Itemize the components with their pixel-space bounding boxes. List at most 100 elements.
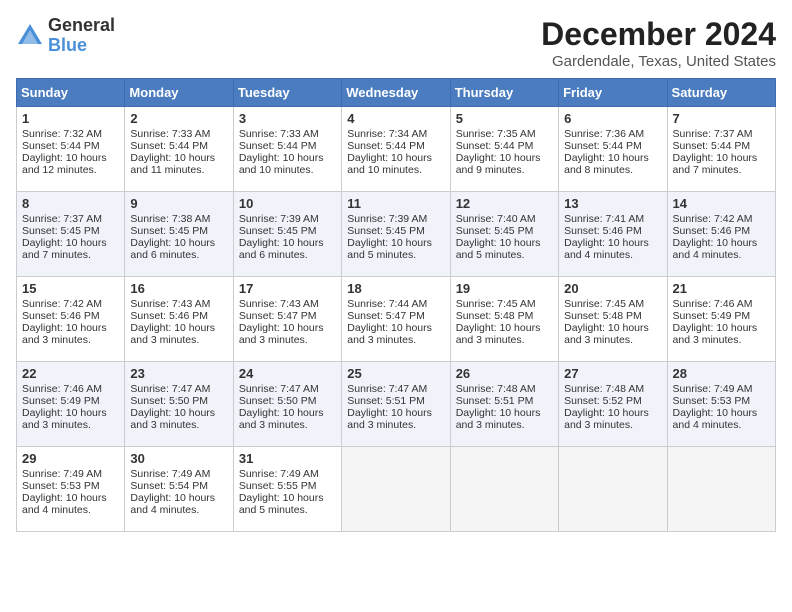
daylight: Daylight: 10 hours and 12 minutes.: [22, 152, 107, 176]
sunset: Sunset: 5:47 PM: [239, 310, 317, 322]
daylight: Daylight: 10 hours and 11 minutes.: [130, 152, 215, 176]
sunset: Sunset: 5:53 PM: [22, 480, 100, 492]
day-number: 28: [673, 366, 770, 381]
day-number: 2: [130, 111, 227, 126]
sunrise: Sunrise: 7:37 AM: [22, 213, 102, 225]
sunrise: Sunrise: 7:48 AM: [564, 383, 644, 395]
sunrise: Sunrise: 7:37 AM: [673, 128, 753, 140]
col-tuesday: Tuesday: [233, 79, 341, 107]
sunset: Sunset: 5:55 PM: [239, 480, 317, 492]
calendar-week-1: 8 Sunrise: 7:37 AM Sunset: 5:45 PM Dayli…: [17, 192, 776, 277]
daylight: Daylight: 10 hours and 4 minutes.: [673, 237, 758, 261]
day-number: 19: [456, 281, 553, 296]
sunset: Sunset: 5:49 PM: [673, 310, 751, 322]
calendar-cell: 12 Sunrise: 7:40 AM Sunset: 5:45 PM Dayl…: [450, 192, 558, 277]
sunset: Sunset: 5:50 PM: [239, 395, 317, 407]
calendar-cell: 21 Sunrise: 7:46 AM Sunset: 5:49 PM Dayl…: [667, 277, 775, 362]
day-number: 12: [456, 196, 553, 211]
daylight: Daylight: 10 hours and 4 minutes.: [22, 492, 107, 516]
sunset: Sunset: 5:44 PM: [347, 140, 425, 152]
day-number: 26: [456, 366, 553, 381]
calendar-cell: [342, 447, 450, 532]
sunrise: Sunrise: 7:34 AM: [347, 128, 427, 140]
header-row: Sunday Monday Tuesday Wednesday Thursday…: [17, 79, 776, 107]
daylight: Daylight: 10 hours and 3 minutes.: [130, 322, 215, 346]
sunrise: Sunrise: 7:41 AM: [564, 213, 644, 225]
calendar-cell: 10 Sunrise: 7:39 AM Sunset: 5:45 PM Dayl…: [233, 192, 341, 277]
daylight: Daylight: 10 hours and 3 minutes.: [239, 322, 324, 346]
daylight: Daylight: 10 hours and 3 minutes.: [22, 407, 107, 431]
sunset: Sunset: 5:44 PM: [564, 140, 642, 152]
calendar-cell: 27 Sunrise: 7:48 AM Sunset: 5:52 PM Dayl…: [559, 362, 667, 447]
sunset: Sunset: 5:46 PM: [130, 310, 208, 322]
day-number: 11: [347, 196, 444, 211]
month-title: December 2024: [541, 16, 776, 53]
day-number: 27: [564, 366, 661, 381]
sunset: Sunset: 5:44 PM: [130, 140, 208, 152]
calendar-cell: 17 Sunrise: 7:43 AM Sunset: 5:47 PM Dayl…: [233, 277, 341, 362]
day-number: 22: [22, 366, 119, 381]
sunrise: Sunrise: 7:33 AM: [239, 128, 319, 140]
sunrise: Sunrise: 7:39 AM: [239, 213, 319, 225]
daylight: Daylight: 10 hours and 4 minutes.: [130, 492, 215, 516]
calendar-cell: 3 Sunrise: 7:33 AM Sunset: 5:44 PM Dayli…: [233, 107, 341, 192]
calendar-table: Sunday Monday Tuesday Wednesday Thursday…: [16, 78, 776, 532]
sunset: Sunset: 5:46 PM: [22, 310, 100, 322]
sunset: Sunset: 5:44 PM: [456, 140, 534, 152]
sunset: Sunset: 5:45 PM: [130, 225, 208, 237]
calendar-cell: 28 Sunrise: 7:49 AM Sunset: 5:53 PM Dayl…: [667, 362, 775, 447]
sunset: Sunset: 5:44 PM: [22, 140, 100, 152]
sunset: Sunset: 5:50 PM: [130, 395, 208, 407]
sunrise: Sunrise: 7:47 AM: [347, 383, 427, 395]
col-saturday: Saturday: [667, 79, 775, 107]
calendar-cell: 13 Sunrise: 7:41 AM Sunset: 5:46 PM Dayl…: [559, 192, 667, 277]
daylight: Daylight: 10 hours and 3 minutes.: [22, 322, 107, 346]
location: Gardendale, Texas, United States: [541, 53, 776, 70]
sunset: Sunset: 5:47 PM: [347, 310, 425, 322]
daylight: Daylight: 10 hours and 3 minutes.: [130, 407, 215, 431]
sunset: Sunset: 5:45 PM: [239, 225, 317, 237]
calendar-cell: [450, 447, 558, 532]
sunrise: Sunrise: 7:44 AM: [347, 298, 427, 310]
daylight: Daylight: 10 hours and 3 minutes.: [347, 322, 432, 346]
day-number: 1: [22, 111, 119, 126]
sunset: Sunset: 5:51 PM: [456, 395, 534, 407]
day-number: 16: [130, 281, 227, 296]
daylight: Daylight: 10 hours and 4 minutes.: [564, 237, 649, 261]
calendar-week-3: 22 Sunrise: 7:46 AM Sunset: 5:49 PM Dayl…: [17, 362, 776, 447]
day-number: 17: [239, 281, 336, 296]
day-number: 29: [22, 451, 119, 466]
calendar-cell: 18 Sunrise: 7:44 AM Sunset: 5:47 PM Dayl…: [342, 277, 450, 362]
sunrise: Sunrise: 7:45 AM: [564, 298, 644, 310]
calendar-cell: 7 Sunrise: 7:37 AM Sunset: 5:44 PM Dayli…: [667, 107, 775, 192]
sunrise: Sunrise: 7:48 AM: [456, 383, 536, 395]
daylight: Daylight: 10 hours and 6 minutes.: [239, 237, 324, 261]
calendar-cell: 23 Sunrise: 7:47 AM Sunset: 5:50 PM Dayl…: [125, 362, 233, 447]
sunset: Sunset: 5:51 PM: [347, 395, 425, 407]
sunset: Sunset: 5:45 PM: [347, 225, 425, 237]
daylight: Daylight: 10 hours and 5 minutes.: [239, 492, 324, 516]
day-number: 20: [564, 281, 661, 296]
calendar-week-4: 29 Sunrise: 7:49 AM Sunset: 5:53 PM Dayl…: [17, 447, 776, 532]
calendar-cell: 4 Sunrise: 7:34 AM Sunset: 5:44 PM Dayli…: [342, 107, 450, 192]
sunset: Sunset: 5:46 PM: [564, 225, 642, 237]
col-monday: Monday: [125, 79, 233, 107]
calendar-cell: [559, 447, 667, 532]
page-container: General Blue December 2024 Gardendale, T…: [16, 16, 776, 532]
day-number: 18: [347, 281, 444, 296]
day-number: 15: [22, 281, 119, 296]
calendar-cell: 1 Sunrise: 7:32 AM Sunset: 5:44 PM Dayli…: [17, 107, 125, 192]
day-number: 30: [130, 451, 227, 466]
sunrise: Sunrise: 7:43 AM: [239, 298, 319, 310]
calendar-cell: 14 Sunrise: 7:42 AM Sunset: 5:46 PM Dayl…: [667, 192, 775, 277]
daylight: Daylight: 10 hours and 3 minutes.: [673, 322, 758, 346]
day-number: 3: [239, 111, 336, 126]
sunset: Sunset: 5:44 PM: [239, 140, 317, 152]
col-sunday: Sunday: [17, 79, 125, 107]
calendar-cell: 29 Sunrise: 7:49 AM Sunset: 5:53 PM Dayl…: [17, 447, 125, 532]
title-section: December 2024 Gardendale, Texas, United …: [541, 16, 776, 70]
calendar-cell: 2 Sunrise: 7:33 AM Sunset: 5:44 PM Dayli…: [125, 107, 233, 192]
sunset: Sunset: 5:54 PM: [130, 480, 208, 492]
logo-general: General: [48, 15, 115, 35]
day-number: 6: [564, 111, 661, 126]
